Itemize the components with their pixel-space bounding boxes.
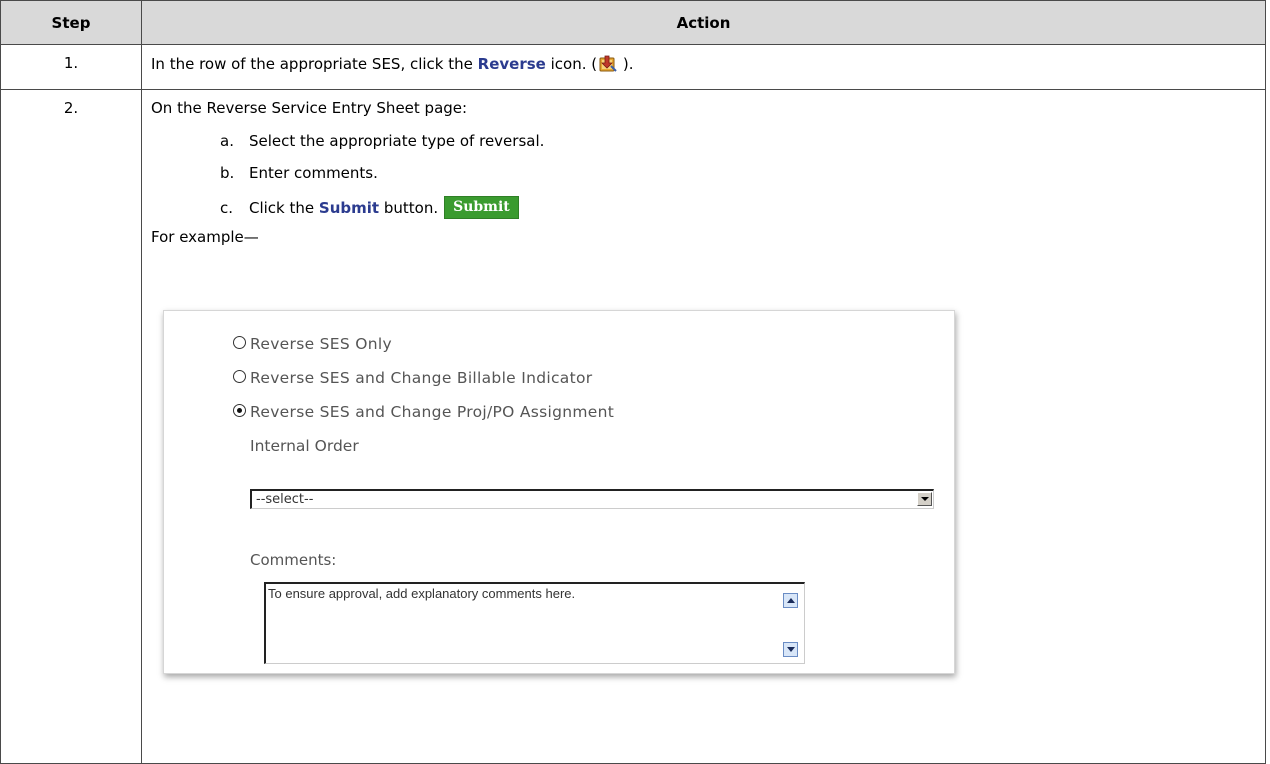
table-row: 1. In the row of the appropriate SES, cl… bbox=[0, 44, 1266, 90]
substep-text: button. bbox=[379, 199, 439, 217]
substep-letter: b. bbox=[220, 164, 235, 182]
substep-text: Enter comments. bbox=[249, 164, 378, 182]
reversal-option-label: Reverse SES and Change Proj/PO Assignmen… bbox=[250, 403, 615, 421]
substep-list: a. Select the appropriate type of reversa… bbox=[220, 132, 1265, 219]
reversal-option-label: Reverse SES and Change Billable Indicato… bbox=[250, 369, 593, 387]
step-text: ). bbox=[618, 55, 634, 73]
dropdown-arrow-icon[interactable] bbox=[917, 492, 932, 506]
internal-order-value: --select-- bbox=[256, 492, 314, 507]
step-number: 1. bbox=[0, 44, 142, 90]
action-column-header: Action bbox=[141, 0, 1266, 45]
internal-order-label: Internal Order bbox=[250, 437, 359, 455]
substep-item: b. Enter comments. bbox=[220, 164, 1265, 182]
radio-button[interactable] bbox=[233, 370, 246, 383]
example-label: For example— bbox=[151, 228, 259, 246]
substep-letter: c. bbox=[220, 199, 234, 217]
step-intro: On the Reverse Service Entry Sheet page: bbox=[151, 99, 468, 117]
comments-label: Comments: bbox=[250, 551, 337, 569]
submit-button-image: Submit bbox=[444, 196, 519, 219]
step-number: 2. bbox=[0, 89, 142, 764]
example-screenshot: Reverse SES Only Reverse SES and Change … bbox=[163, 310, 955, 674]
substep-text: Click the bbox=[249, 199, 319, 217]
reverse-icon bbox=[597, 54, 618, 73]
substep-letter: a. bbox=[220, 132, 234, 150]
submit-link-text: Submit bbox=[318, 199, 380, 217]
radio-button[interactable] bbox=[233, 336, 246, 349]
substep-item: a. Select the appropriate type of reversa… bbox=[220, 132, 1265, 150]
substep-text: Select the appropriate type of reversal. bbox=[249, 132, 545, 150]
radio-button-selected[interactable] bbox=[233, 404, 246, 417]
reversal-option[interactable]: Reverse SES and Change Billable Indicato… bbox=[233, 369, 593, 387]
internal-order-select[interactable]: --select-- bbox=[250, 489, 934, 509]
step-column-header: Step bbox=[0, 0, 142, 45]
substep-item: c. Click the Submit button. Submit bbox=[220, 196, 1265, 219]
reversal-option-label: Reverse SES Only bbox=[250, 335, 392, 353]
step-action: In the row of the appropriate SES, click… bbox=[141, 44, 1266, 90]
step-text: icon. ( bbox=[545, 55, 598, 73]
step-text: In the row of the appropriate SES, click… bbox=[151, 55, 478, 73]
reversal-option[interactable]: Reverse SES Only bbox=[233, 335, 392, 353]
reversal-option[interactable]: Reverse SES and Change Proj/PO Assignmen… bbox=[233, 403, 615, 421]
reverse-link-text: Reverse bbox=[477, 55, 546, 73]
